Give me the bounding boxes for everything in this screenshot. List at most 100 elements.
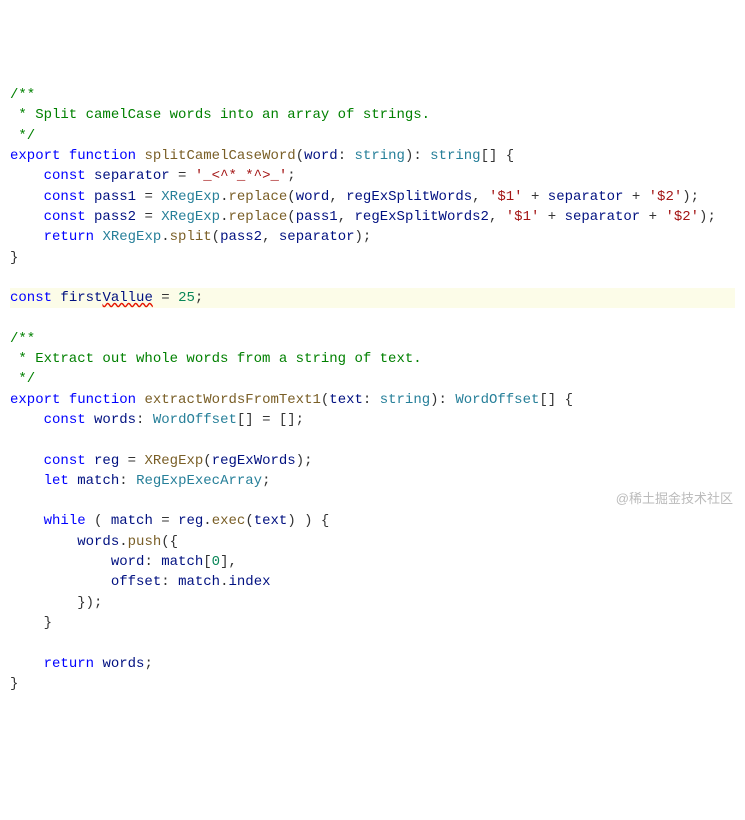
code-token: . (220, 574, 228, 590)
code-token: XRegExp (144, 453, 203, 469)
code-token: pass1 (296, 209, 338, 225)
code-token: regExWords (212, 453, 296, 469)
code-token: function (69, 148, 136, 164)
code-token: pass2 (94, 209, 136, 225)
code-token (10, 209, 44, 225)
code-line: const pass2 = XRegExp.replace(pass1, reg… (10, 207, 735, 227)
code-token: ): (430, 392, 455, 408)
code-token: * Split camelCase words into an array of… (10, 107, 430, 123)
code-token: first (60, 290, 102, 306)
code-token (10, 513, 44, 529)
code-token: word (304, 148, 338, 164)
code-token: words (102, 656, 144, 672)
code-token: }); (10, 595, 102, 611)
code-token: return (44, 229, 94, 245)
code-token: text (329, 392, 363, 408)
code-token: XRegExp (161, 189, 220, 205)
code-token: */ (10, 128, 35, 144)
code-token: ( (287, 189, 295, 205)
code-token: ; (262, 473, 270, 489)
code-token: splitCamelCaseWord (144, 148, 295, 164)
code-token: : (144, 554, 161, 570)
code-token: '$1' (489, 189, 523, 205)
code-line: /** (10, 329, 735, 349)
code-token: separator (94, 168, 170, 184)
code-token: : (119, 473, 136, 489)
code-token: ; (195, 290, 203, 306)
code-token: = (153, 290, 178, 306)
code-token: ], (220, 554, 237, 570)
code-token (10, 473, 44, 489)
code-line: offset: match.index (10, 572, 735, 592)
code-token: ( (245, 513, 253, 529)
code-token: , (489, 209, 506, 225)
code-token: const (44, 412, 86, 428)
code-token: ( (296, 148, 304, 164)
code-token: = (136, 209, 161, 225)
code-token (60, 392, 68, 408)
code-token: : (338, 148, 355, 164)
code-token: + (623, 189, 648, 205)
code-line: } (10, 248, 735, 268)
code-token: index (228, 574, 270, 590)
code-token: 25 (178, 290, 195, 306)
code-line: const separator = '_<^*_*^>_'; (10, 166, 735, 186)
code-token: while (44, 513, 86, 529)
code-token: = (136, 189, 161, 205)
code-token: RegExpExecArray (136, 473, 262, 489)
code-token: ); (355, 229, 372, 245)
code-token: text (254, 513, 288, 529)
code-line (10, 491, 735, 511)
code-token (10, 453, 44, 469)
code-token: separator (279, 229, 355, 245)
code-token (60, 148, 68, 164)
code-line: export function splitCamelCaseWord(word:… (10, 146, 735, 166)
code-token: pass2 (220, 229, 262, 245)
code-token: const (44, 189, 86, 205)
code-line: const firstVallue = 25; (10, 288, 735, 308)
code-line: export function extractWordsFromText1(te… (10, 390, 735, 410)
code-token: const (44, 168, 86, 184)
code-line: * Split camelCase words into an array of… (10, 105, 735, 125)
code-token: '_<^*_*^>_' (195, 168, 287, 184)
code-token: 0 (212, 554, 220, 570)
code-token (86, 209, 94, 225)
code-token: replace (228, 209, 287, 225)
code-token: match (111, 513, 153, 529)
code-line: }); (10, 593, 735, 613)
code-token (86, 453, 94, 469)
code-token: const (44, 453, 86, 469)
code-token: pass1 (94, 189, 136, 205)
code-token: '$2' (665, 209, 699, 225)
code-token: + (539, 209, 564, 225)
code-token: = (170, 168, 195, 184)
code-token: ; (144, 656, 152, 672)
code-token: } (10, 676, 18, 692)
code-token (86, 189, 94, 205)
code-token: '$1' (506, 209, 540, 225)
code-token: function (69, 392, 136, 408)
code-token: , (262, 229, 279, 245)
code-line: return words; (10, 654, 735, 674)
code-token: export (10, 148, 60, 164)
code-line: } (10, 674, 735, 694)
code-token: Vallue (102, 290, 152, 306)
code-token: ); (699, 209, 716, 225)
code-line (10, 268, 735, 288)
code-token: [] { (539, 392, 573, 408)
code-token: string (355, 148, 405, 164)
code-line: */ (10, 369, 735, 389)
code-line (10, 430, 735, 450)
code-token (94, 656, 102, 672)
code-token: : (161, 574, 178, 590)
code-line: } (10, 613, 735, 633)
code-token (10, 168, 44, 184)
code-line: while ( match = reg.exec(text) ) { (10, 511, 735, 531)
code-token: , (472, 189, 489, 205)
code-token: string (380, 392, 430, 408)
code-token: + (523, 189, 548, 205)
code-token: WordOffset (153, 412, 237, 428)
code-token (69, 473, 77, 489)
code-token: */ (10, 371, 35, 387)
code-line: const reg = XRegExp(regExWords); (10, 451, 735, 471)
